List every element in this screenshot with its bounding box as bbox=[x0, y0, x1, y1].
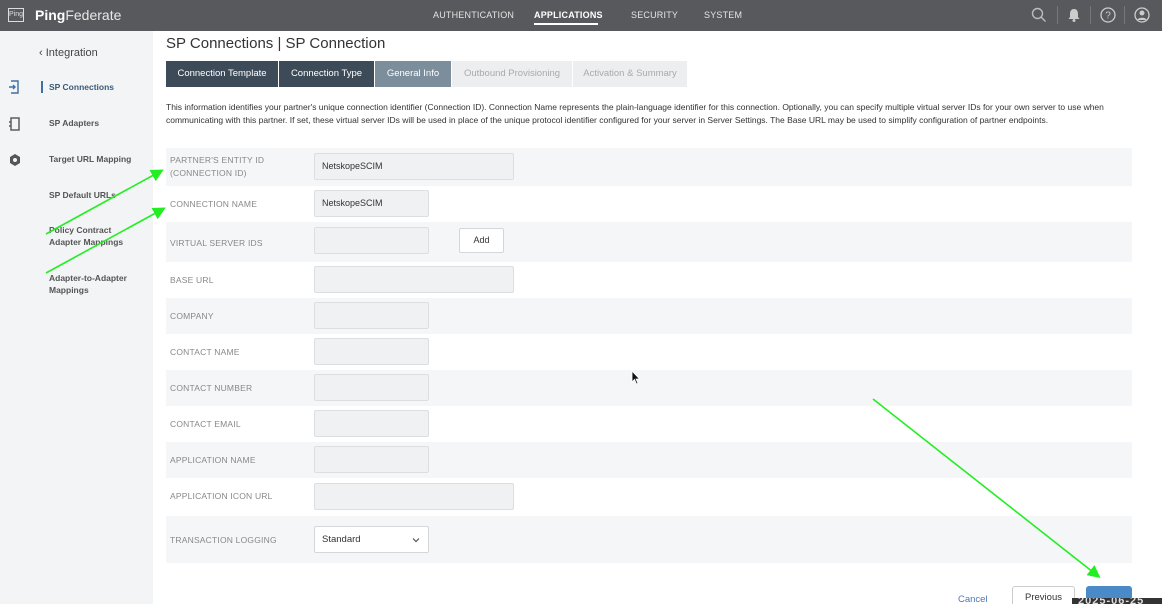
form-row: VIRTUAL SERVER IDS Add bbox=[166, 222, 1132, 262]
form-row: TRANSACTION LOGGING Standard bbox=[166, 516, 1132, 563]
nav-authentication[interactable]: AUTHENTICATION bbox=[433, 10, 514, 20]
transaction-logging-label: TRANSACTION LOGGING bbox=[170, 535, 277, 545]
icon-rail bbox=[0, 31, 30, 604]
application-name-input[interactable] bbox=[314, 446, 429, 473]
back-to-integration-link[interactable]: ‹ Integration bbox=[39, 47, 98, 59]
cancel-link[interactable]: Cancel bbox=[958, 594, 988, 604]
entity-id-label: PARTNER'S ENTITY ID (CONNECTION ID) bbox=[170, 155, 265, 178]
svg-text:?: ? bbox=[1105, 11, 1111, 22]
entity-id-input[interactable]: NetskopeSCIM bbox=[314, 153, 514, 180]
integration-sidebar: ‹ Integration SP Connections SP Adapters… bbox=[30, 31, 153, 604]
virtual-server-ids-label: VIRTUAL SERVER IDS bbox=[170, 238, 263, 248]
tab-outbound-provisioning: Outbound Provisioning bbox=[452, 61, 572, 87]
contact-name-input[interactable] bbox=[314, 338, 429, 365]
connection-name-label: CONNECTION NAME bbox=[170, 199, 258, 209]
intro-text: This information identifies your partner… bbox=[166, 102, 1104, 125]
sidebar-item-adapter-to-adapter-mappings[interactable]: Adapter-to-Adapter Mappings bbox=[49, 272, 139, 296]
active-item-indicator bbox=[41, 81, 43, 93]
main-content: SP Connections | SP Connection Connectio… bbox=[153, 31, 1162, 604]
form-row: CONNECTION NAME NetskopeSCIM bbox=[166, 186, 1132, 222]
nav-system[interactable]: SYSTEM bbox=[704, 10, 742, 20]
tab-connection-type[interactable]: Connection Type bbox=[279, 61, 374, 87]
sidebar-item-sp-default-urls[interactable]: SP Default URLs bbox=[49, 189, 116, 201]
nav-applications[interactable]: APPLICATIONS bbox=[534, 10, 603, 20]
base-url-label: BASE URL bbox=[170, 275, 214, 285]
active-nav-indicator bbox=[534, 23, 598, 25]
connections-icon[interactable] bbox=[7, 79, 23, 95]
toolbar-divider bbox=[1124, 6, 1125, 24]
contact-number-label: CONTACT NUMBER bbox=[170, 383, 253, 393]
mapping-icon[interactable] bbox=[7, 152, 23, 168]
tab-activation-summary: Activation & Summary bbox=[573, 61, 687, 87]
virtual-server-ids-input[interactable] bbox=[314, 227, 429, 254]
tab-general-info[interactable]: General Info bbox=[375, 61, 451, 87]
search-icon[interactable] bbox=[1030, 6, 1048, 24]
form-row: APPLICATION ICON URL bbox=[166, 478, 1132, 516]
sidebar-item-target-url-mapping[interactable]: Target URL Mapping bbox=[49, 153, 131, 165]
form-row: COMPANY bbox=[166, 298, 1132, 334]
page-title: SP Connections | SP Connection bbox=[166, 35, 386, 52]
sidebar-item-sp-adapters[interactable]: SP Adapters bbox=[49, 117, 99, 129]
video-timestamp: 2025-06-25 bbox=[1072, 598, 1162, 604]
bell-icon[interactable] bbox=[1065, 6, 1083, 24]
form-row: BASE URL bbox=[166, 262, 1132, 298]
form-row: APPLICATION NAME bbox=[166, 442, 1132, 478]
nav-security[interactable]: SECURITY bbox=[631, 10, 678, 20]
form-row: PARTNER'S ENTITY ID (CONNECTION ID) Netsk… bbox=[166, 148, 1132, 186]
transaction-logging-value: Standard bbox=[322, 534, 361, 545]
user-icon[interactable] bbox=[1133, 6, 1151, 24]
help-icon[interactable]: ? bbox=[1099, 6, 1117, 24]
previous-button[interactable]: Previous bbox=[1012, 586, 1075, 604]
contact-number-input[interactable] bbox=[314, 374, 429, 401]
top-navigation-bar: Ping PingFederate AUTHENTICATION APPLICA… bbox=[0, 0, 1162, 31]
toolbar-divider bbox=[1057, 6, 1058, 24]
contact-name-label: CONTACT NAME bbox=[170, 347, 240, 357]
form-row: CONTACT EMAIL bbox=[166, 406, 1132, 442]
adapters-icon[interactable] bbox=[7, 116, 23, 132]
chevron-down-icon bbox=[412, 538, 420, 543]
mouse-cursor-icon bbox=[631, 370, 641, 385]
base-url-input[interactable] bbox=[314, 266, 514, 293]
ping-logo: Ping bbox=[8, 8, 24, 22]
company-label: COMPANY bbox=[170, 311, 214, 321]
product-name: PingFederate bbox=[35, 7, 122, 23]
tab-connection-template[interactable]: Connection Template bbox=[166, 61, 278, 87]
contact-email-label: CONTACT EMAIL bbox=[170, 419, 241, 429]
company-input[interactable] bbox=[314, 302, 429, 329]
add-virtual-server-id-button[interactable]: Add bbox=[459, 228, 504, 253]
form-row: CONTACT NUMBER bbox=[166, 370, 1132, 406]
application-name-label: APPLICATION NAME bbox=[170, 455, 256, 465]
form-row: CONTACT NAME bbox=[166, 334, 1132, 370]
application-icon-url-label: APPLICATION ICON URL bbox=[170, 491, 273, 501]
contact-email-input[interactable] bbox=[314, 410, 429, 437]
transaction-logging-select[interactable]: Standard bbox=[314, 526, 429, 553]
sidebar-item-sp-connections[interactable]: SP Connections bbox=[49, 81, 114, 93]
toolbar-divider bbox=[1090, 6, 1091, 24]
application-icon-url-input[interactable] bbox=[314, 483, 514, 510]
sidebar-item-policy-contract-adapter-mappings[interactable]: Policy Contract Adapter Mappings bbox=[49, 224, 139, 248]
connection-name-input[interactable]: NetskopeSCIM bbox=[314, 190, 429, 217]
